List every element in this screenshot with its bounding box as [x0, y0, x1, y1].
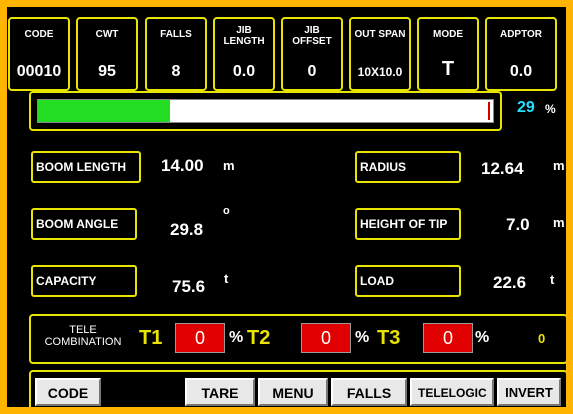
load-value: 22.6: [493, 273, 527, 292]
capacity-value: 75.6: [172, 277, 206, 296]
code-button[interactable]: CODE: [35, 378, 101, 406]
t3-value-box[interactable]: 0: [423, 323, 473, 353]
header-jib-length-label: JIB LENGTH: [223, 25, 265, 47]
header-jib-offset-label: JIB OFFSET: [292, 25, 332, 47]
header-code-value: 00010: [16, 63, 62, 80]
header-code: CODE 00010: [8, 17, 70, 91]
t1-percent: %: [229, 329, 244, 346]
load-percent-unit: %: [545, 102, 556, 116]
header-mode-value: T: [441, 58, 455, 80]
header-falls-label: FALLS: [160, 29, 192, 40]
header-jib-offset: JIB OFFSET 0: [281, 17, 343, 91]
falls-button[interactable]: FALLS: [331, 378, 407, 406]
boom-length-label: BOOM LENGTH: [31, 151, 141, 183]
tare-button[interactable]: TARE: [185, 378, 255, 406]
t2-label: T2: [247, 327, 271, 349]
header-out-span-label: OUT SPAN: [354, 29, 406, 40]
invert-button[interactable]: INVERT: [497, 378, 561, 406]
t1-label: T1: [139, 327, 163, 349]
menu-button[interactable]: MENU: [258, 378, 328, 406]
radius-value: 12.64: [481, 159, 524, 178]
load-bar-track: [37, 99, 494, 123]
height-of-tip-unit: m: [553, 215, 565, 230]
t1-value-box[interactable]: 0: [175, 323, 225, 353]
header-falls: FALLS 8: [145, 17, 207, 91]
header-jib-length-value: 0.0: [232, 63, 256, 80]
capacity-unit: t: [224, 271, 229, 286]
header-code-label: CODE: [24, 29, 54, 40]
t3-percent: %: [475, 329, 490, 346]
height-of-tip-label: HEIGHT OF TIP: [355, 208, 461, 240]
tele-extra-value: 0: [538, 331, 546, 346]
boom-angle-label: BOOM ANGLE: [31, 208, 137, 240]
height-of-tip-value: 7.0: [506, 215, 530, 234]
crane-monitor-screen: CODE 00010 CWT 95 FALLS 8 JIB LENGTH 0.0…: [0, 0, 573, 414]
header-adaptor: ADPTOR 0.0: [485, 17, 557, 91]
tele-combination-bar: TELE COMBINATION T1 0 % T2 0 % T3 0 % 0: [29, 314, 566, 364]
header-cwt-value: 95: [98, 63, 116, 80]
header-out-span-value: 10X10.0: [357, 65, 403, 79]
header-adaptor-value: 0.0: [509, 63, 533, 80]
load-bar: [29, 91, 502, 131]
radius-unit: m: [553, 158, 565, 173]
radius-label: RADIUS: [355, 151, 461, 183]
telelogic-button[interactable]: TELELOGIC: [410, 378, 494, 406]
t2-value-box[interactable]: 0: [301, 323, 351, 353]
capacity-label: CAPACITY: [31, 265, 137, 297]
header-mode: MODE T: [417, 17, 479, 91]
header-out-span: OUT SPAN 10X10.0: [349, 17, 411, 91]
header-jib-offset-value: 0: [307, 63, 317, 80]
boom-angle-unit: o: [223, 205, 230, 217]
load-unit: t: [550, 272, 555, 287]
header-mode-label: MODE: [433, 29, 463, 40]
header-adaptor-label: ADPTOR: [499, 29, 543, 40]
header-falls-value: 8: [171, 63, 181, 80]
header-cwt: CWT 95: [76, 17, 138, 91]
boom-length-unit: m: [223, 158, 235, 173]
boom-length-value: 14.00: [161, 156, 204, 175]
button-bar: CODE TARE MENU FALLS TELELOGIC INVERT: [29, 370, 566, 407]
header-jib-length: JIB LENGTH 0.0: [213, 17, 275, 91]
t2-percent: %: [355, 329, 370, 346]
load-label: LOAD: [355, 265, 461, 297]
boom-angle-value: 29.8: [170, 220, 204, 239]
load-bar-fill: [38, 100, 170, 122]
load-bar-limit-marker: [488, 102, 491, 120]
header-cwt-label: CWT: [95, 29, 119, 40]
tele-combination-label: TELE COMBINATION: [44, 324, 122, 348]
t3-label: T3: [377, 327, 401, 349]
load-percent-value: 29: [517, 99, 535, 116]
